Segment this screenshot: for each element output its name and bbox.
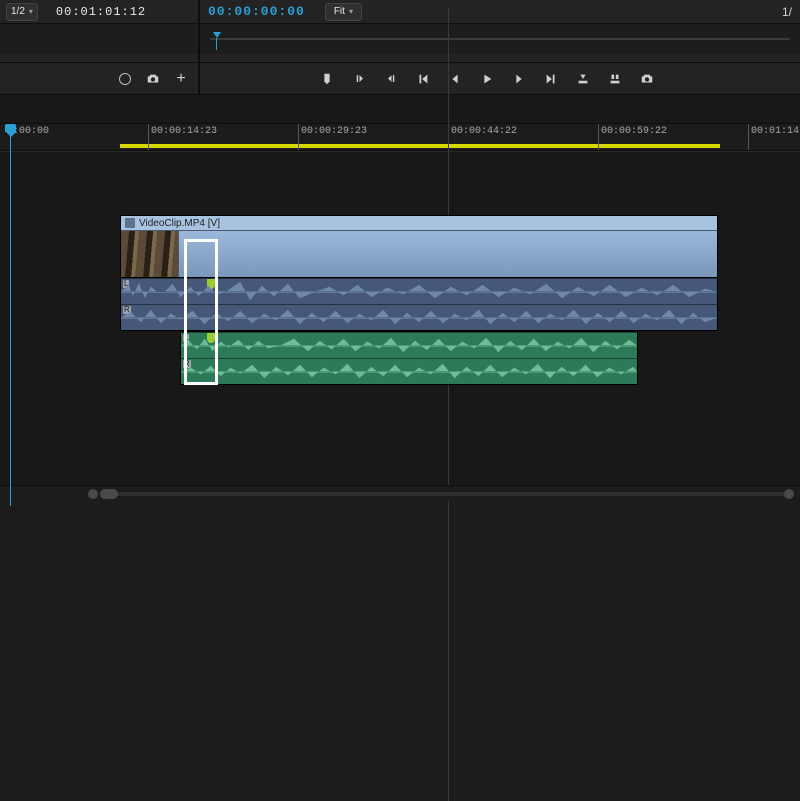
ruler-tick-label: 00:00:44:22	[451, 126, 517, 137]
ruler-tick	[598, 124, 599, 150]
ruler-tick	[298, 124, 299, 150]
ruler-tick-label: 00:00:14:23	[151, 126, 217, 137]
extract-icon[interactable]	[608, 72, 622, 86]
goto-out-icon[interactable]	[544, 72, 558, 86]
ruler-tick-label: :00:00	[13, 126, 49, 137]
lift-icon[interactable]	[576, 72, 590, 86]
chevron-down-icon: ▾	[29, 7, 33, 16]
clip-title: VideoClip.MP4 [V]	[139, 218, 220, 229]
audio-clip-linked[interactable]: L R	[120, 277, 718, 331]
goto-in-icon[interactable]	[416, 72, 430, 86]
circle-icon[interactable]	[118, 72, 132, 86]
export-frame-icon[interactable]	[640, 72, 654, 86]
source-header-row: 1/2 ▾ 00:01:01:12	[0, 0, 198, 24]
ruler-tick-label: 00:01:14:22	[751, 126, 800, 137]
program-transport-bar	[200, 62, 800, 94]
video-thumbnail	[121, 231, 179, 277]
work-area-bar[interactable]	[120, 144, 720, 148]
play-icon[interactable]	[480, 72, 494, 86]
video-clip[interactable]: VideoClip.MP4 [V]	[120, 215, 718, 278]
timeline-horizontal-scrollbar[interactable]	[0, 485, 800, 501]
audio-waveform-right: R	[181, 358, 637, 384]
clip-header: VideoClip.MP4 [V]	[121, 216, 717, 231]
ruler-tick-label: 00:00:59:22	[601, 126, 667, 137]
source-zoom-dropdown[interactable]: 1/2 ▾	[6, 3, 38, 21]
program-zoom-dropdown[interactable]: Fit ▾	[325, 3, 362, 21]
fx-badge-icon	[125, 218, 135, 228]
step-forward-icon[interactable]	[512, 72, 526, 86]
ruler-tick-label: 00:00:29:23	[301, 126, 367, 137]
source-transport-bar: +	[0, 62, 198, 94]
plus-icon[interactable]: +	[174, 72, 188, 86]
source-scrub-bar[interactable]	[0, 24, 198, 54]
chevron-down-icon: ▾	[349, 7, 353, 16]
scroll-end-left[interactable]	[88, 489, 98, 499]
program-header-row: 00:00:00:00 Fit ▾ 1/	[200, 0, 800, 24]
audio-waveform-left: L	[181, 332, 637, 358]
mark-in-icon[interactable]	[352, 72, 366, 86]
mark-out-icon[interactable]	[384, 72, 398, 86]
ruler-tick	[148, 124, 149, 150]
audio-waveform-right: R	[121, 304, 717, 330]
scroll-thumb[interactable]	[100, 489, 118, 499]
program-mini-ruler[interactable]	[210, 38, 790, 40]
source-zoom-value: 1/2	[11, 6, 25, 17]
timeline-ruler[interactable]: :00:00 00:00:14:23 00:00:29:23 00:00:44:22 0…	[0, 123, 800, 151]
camera-icon[interactable]	[146, 72, 160, 86]
ruler-tick	[748, 124, 749, 150]
program-scrub-bar[interactable]	[200, 24, 800, 54]
source-monitor-panel: 1/2 ▾ 00:01:01:12 +	[0, 0, 198, 95]
program-monitor-panel: 00:00:00:00 Fit ▾ 1/	[200, 0, 800, 95]
scroll-track[interactable]	[100, 492, 790, 496]
program-mini-playhead[interactable]	[210, 34, 220, 44]
playhead[interactable]	[10, 124, 11, 506]
program-zoom-value: Fit	[334, 6, 345, 17]
scroll-end-right[interactable]	[784, 489, 794, 499]
video-clip-body	[121, 231, 717, 277]
program-timecode[interactable]: 00:00:00:00	[208, 4, 305, 19]
audio-clip-external[interactable]: L R	[180, 331, 638, 385]
source-timecode[interactable]: 00:01:01:12	[56, 5, 146, 19]
timeline-panel: :00:00 00:00:14:23 00:00:29:23 00:00:44:22 0…	[0, 95, 800, 501]
audio-waveform-left: L	[121, 278, 717, 304]
program-page-indicator: 1/	[782, 5, 792, 19]
marker-icon[interactable]	[320, 72, 334, 86]
step-back-icon[interactable]	[448, 72, 462, 86]
